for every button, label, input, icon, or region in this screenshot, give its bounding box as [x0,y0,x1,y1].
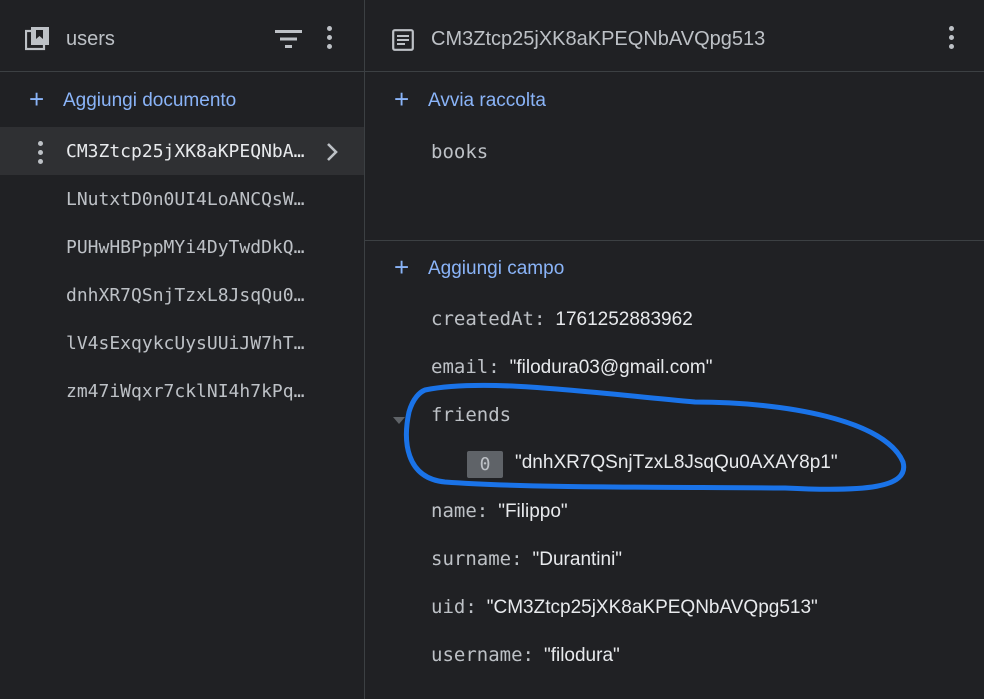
document-id: PUHwHBPppMYi4DyTwdDkQx3 [66,237,312,258]
add-field-button[interactable]: + Aggiungi campo [394,252,654,284]
document-icon [392,29,414,56]
field-name[interactable]: name: "Filippo" [431,500,568,523]
plus-icon: + [29,84,45,114]
more-vert-icon[interactable] [327,26,333,53]
caret-down-icon[interactable] [393,412,405,430]
document-item[interactable]: lV4sExqykcUysUUiJW7hTq2 [0,319,364,367]
divider [365,240,984,241]
document-header: CM3Ztcp25jXK8aKPEQNbAVQpg513 [365,0,984,72]
more-vert-icon[interactable] [38,141,44,168]
document-id: CM3Ztcp25jXK8aKPEQNbAVQpg513 [66,141,312,162]
chevron-right-icon [325,142,339,167]
document-id: LNutxtD0n0UI4LoANCQsWx2 [66,189,312,210]
document-panel: CM3Ztcp25jXK8aKPEQNbAVQpg513 + Avvia rac… [365,0,984,699]
field-surname[interactable]: surname: "Durantini" [431,548,622,571]
subcollection-item[interactable]: books [431,141,488,164]
friends-item-value[interactable]: "dnhXR7QSnjTzxL8JsqQu0AXAY8p1" [515,452,838,474]
plus-icon: + [394,252,410,282]
document-item[interactable]: dnhXR7QSnjTzxL8JsqQu0AXAY8p1 [0,271,364,319]
more-vert-icon[interactable] [949,26,955,53]
collection-icon [24,26,51,57]
document-id: lV4sExqykcUysUUiJW7hTq2 [66,333,312,354]
field-createdAt[interactable]: createdAt: 1761252883962 [431,308,693,331]
field-uid[interactable]: uid: "CM3Ztcp25jXK8aKPEQNbAVQpg513" [431,596,818,619]
collection-title: users [66,28,115,50]
add-document-button[interactable]: + Aggiungi documento [29,84,329,116]
document-id: dnhXR7QSnjTzxL8JsqQu0AXAY8p1 [66,285,312,306]
field-friends[interactable]: friends [431,404,511,427]
field-username[interactable]: username: "filodura" [431,644,620,667]
start-collection-button[interactable]: + Avvia raccolta [394,84,654,116]
document-id: zm47iWqxr7cklNI4h7kPq9L [66,381,312,402]
document-item[interactable]: LNutxtD0n0UI4LoANCQsWx2 [0,175,364,223]
field-email[interactable]: email: "filodura03@gmail.com" [431,356,712,379]
collection-header: users [0,0,364,72]
plus-icon: + [394,84,410,114]
document-title: CM3Ztcp25jXK8aKPEQNbAVQpg513 [431,28,766,50]
document-item[interactable]: PUHwHBPppMYi4DyTwdDkQx3 [0,223,364,271]
array-index-badge: 0 [467,451,503,478]
document-item-selected[interactable]: CM3Ztcp25jXK8aKPEQNbAVQpg513 [0,127,364,175]
document-item[interactable]: zm47iWqxr7cklNI4h7kPq9L [0,367,364,415]
filter-icon[interactable] [275,29,302,54]
collection-panel: users + Aggiungi documento CM3Ztcp25jXK8… [0,0,365,699]
